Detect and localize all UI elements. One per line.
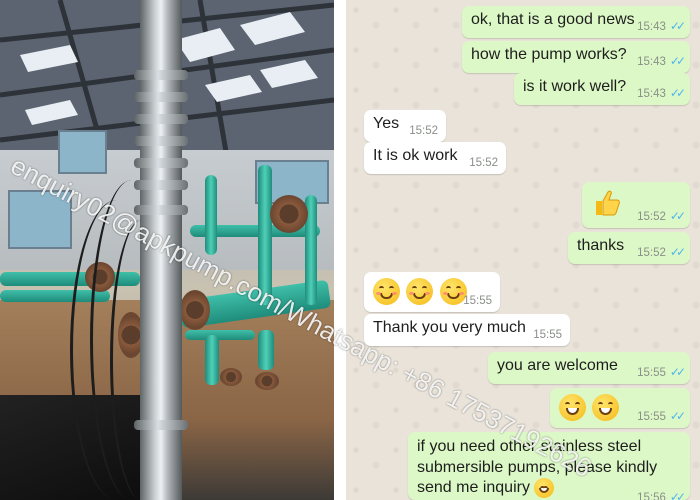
green-pipe [205, 335, 219, 385]
message-text: Yes [373, 115, 400, 132]
outgoing-message: how the pump works? 15:43 ✓✓ [462, 41, 690, 73]
grinning-face-emoji-icon [592, 394, 620, 421]
message-text: how the pump works? [471, 46, 627, 63]
read-ticks-icon: ✓✓ [669, 409, 686, 423]
thumbs-up-emoji-icon [591, 187, 623, 219]
pipe-flange [220, 368, 242, 386]
message-time: 15:56 [637, 491, 666, 500]
message-meta: 15:56 ✓✓ [637, 487, 686, 500]
grinning-face-emoji-icon [534, 478, 555, 498]
message-text: is it work well? [523, 78, 627, 95]
smiling-face-emoji-icon [406, 278, 434, 305]
message-meta: 15:52 ✓✓ [637, 209, 686, 223]
message-text: ok, that is a good news [471, 11, 635, 28]
message-time: 15:52 [637, 247, 666, 259]
whatsapp-chat-screenshot: ok, that is a good news 15:43 ✓✓ how the … [346, 0, 700, 500]
message-text: It is ok work [373, 147, 458, 164]
read-ticks-icon: ✓✓ [669, 245, 686, 259]
pump-stage-ring [134, 92, 188, 102]
message-time: 15:55 [637, 367, 666, 379]
message-time: 15:52 [637, 211, 666, 223]
green-pipe [205, 175, 217, 255]
pipe-flange [180, 290, 210, 330]
pump-stage-ring [134, 180, 188, 190]
outgoing-message: 15:55 ✓✓ [550, 388, 690, 428]
message-time: 15:55 [637, 411, 666, 423]
green-pipe [258, 330, 274, 370]
incoming-message: Thank you very much 15:55 [364, 314, 570, 346]
read-ticks-icon: ✓✓ [669, 54, 686, 68]
incoming-message: Yes 15:52 [364, 110, 446, 142]
pump-stage-ring [134, 158, 188, 168]
message-time: 15:43 [637, 21, 666, 33]
pump-stage-ring [134, 420, 188, 430]
message-meta: 15:43 ✓✓ [637, 54, 686, 68]
pipe-flange [270, 195, 308, 233]
message-meta: 15:52 ✓✓ [637, 245, 686, 259]
message-time: 15:52 [409, 125, 438, 137]
pump-stage-ring [134, 136, 188, 146]
read-ticks-icon: ✓✓ [669, 489, 686, 500]
read-ticks-icon: ✓✓ [669, 365, 686, 379]
factory-window [58, 130, 107, 174]
outgoing-message: you are welcome 15:55 ✓✓ [488, 352, 690, 384]
message-time: 15:52 [469, 157, 498, 169]
incoming-message: 15:55 [364, 272, 500, 312]
smiling-face-emoji-icon [373, 278, 400, 305]
message-meta: 15:55 ✓✓ [637, 365, 686, 379]
outgoing-message: thanks 15:52 ✓✓ [568, 232, 690, 264]
read-ticks-icon: ✓✓ [669, 86, 686, 100]
pipe-flange [255, 372, 279, 390]
message-text: thanks [577, 237, 625, 254]
message-meta: 15:43 ✓✓ [637, 86, 686, 100]
outgoing-message: if you need other stainless steel submer… [408, 432, 690, 500]
grinning-face-emoji-icon [559, 394, 586, 421]
read-ticks-icon: ✓✓ [669, 19, 686, 33]
read-ticks-icon: ✓✓ [669, 209, 686, 223]
incoming-message: It is ok work 15:52 [364, 142, 506, 174]
pump-factory-photo [0, 0, 334, 500]
pump-stage-ring [134, 114, 188, 124]
green-pipe [185, 330, 255, 340]
factory-window [8, 190, 72, 249]
message-time: 15:43 [637, 56, 666, 68]
pump-stage-ring [134, 205, 188, 215]
outgoing-message: 15:52 ✓✓ [582, 182, 690, 228]
message-time: 15:43 [637, 88, 666, 100]
message-text: you are welcome [497, 357, 618, 374]
pump-stage-ring [134, 70, 188, 80]
message-meta: 15:55 ✓✓ [637, 409, 686, 423]
green-pipe [258, 165, 272, 305]
message-meta: 15:43 ✓✓ [637, 19, 686, 33]
image-divider [334, 0, 346, 500]
message-time: 15:55 [463, 295, 492, 307]
outgoing-message: ok, that is a good news 15:43 ✓✓ [462, 6, 690, 38]
outgoing-message: is it work well? 15:43 ✓✓ [514, 73, 690, 105]
message-time: 15:55 [533, 329, 562, 341]
message-text: Thank you very much [373, 319, 526, 336]
